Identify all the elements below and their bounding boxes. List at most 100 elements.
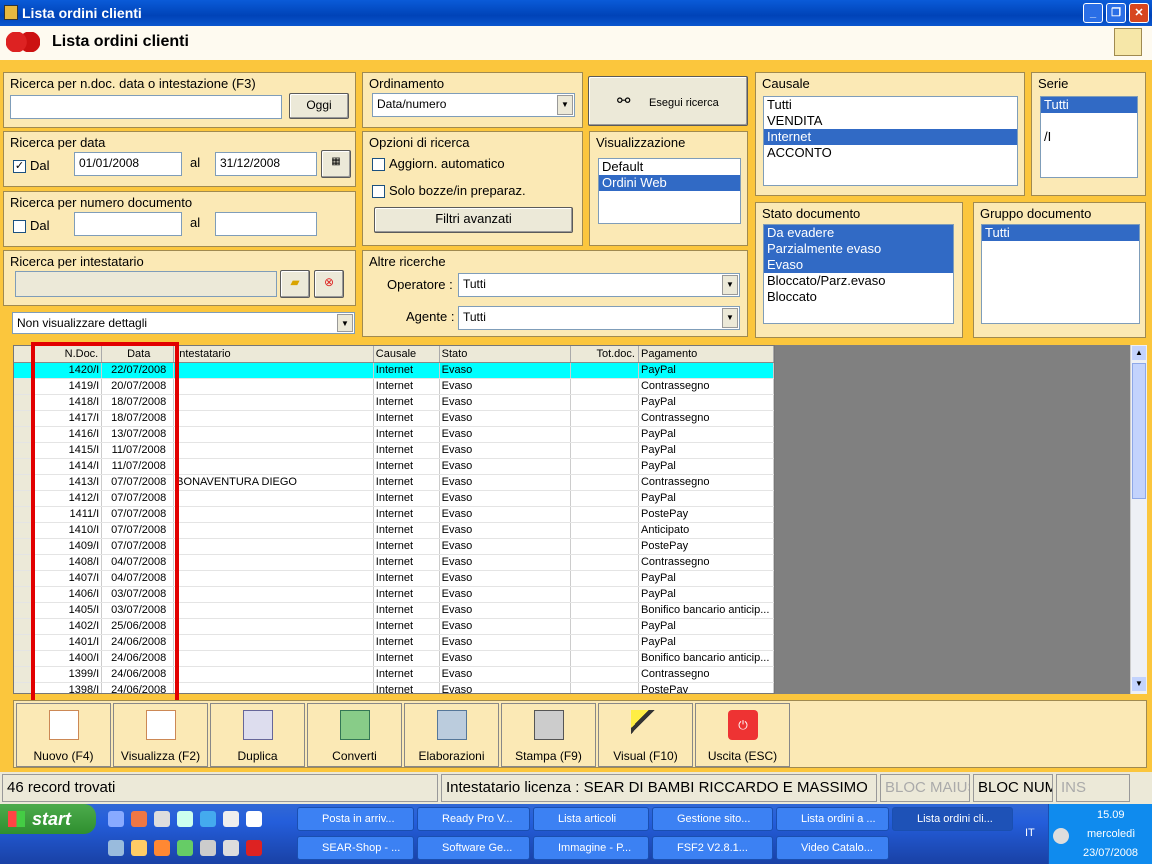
visual-button[interactable]: Visual (F10) [598,703,693,767]
today-button[interactable]: Oggi [289,93,349,119]
column-header[interactable]: Tot.doc. [570,346,639,363]
print-button-label: Stampa (F9) [515,749,582,763]
causale-item[interactable]: VENDITA [764,113,1017,129]
scroll-down-icon[interactable]: ▼ [1132,677,1146,691]
serie-item[interactable]: Tutti [1041,97,1137,113]
task-button[interactable]: Software Ge... [417,836,530,860]
folder-icon[interactable]: ▰ [280,270,310,298]
task-button[interactable]: Posta in arriv... [297,807,414,831]
document-status-item[interactable]: Bloccato/Parz.evaso [764,273,953,289]
advanced-filters-button[interactable]: Filtri avanzati [374,207,573,233]
task-button[interactable]: FSF2 V2.8.1... [652,836,773,860]
execute-search-button[interactable]: ⚯ Esegui ricerca [588,76,748,126]
task-button[interactable]: Lista articoli [533,807,649,831]
causale-item[interactable]: ACCONTO [764,145,1017,161]
document-status-item[interactable]: Parzialmente evaso [764,241,953,257]
serie-list[interactable]: Tutti /I [1040,96,1138,178]
firefox-icon[interactable] [154,840,170,856]
task-button[interactable]: SEAR-Shop - ... [297,836,414,860]
ie-icon[interactable] [200,811,216,827]
view-item-web-orders[interactable]: Ordini Web [599,175,740,191]
user-profile-icon[interactable] [1114,28,1142,56]
tray-icon[interactable] [1053,828,1069,844]
chevron-down-icon[interactable]: ▼ [337,314,353,332]
quicklaunch-icon[interactable] [223,811,239,827]
document-status-list[interactable]: Da evadere Parzialmente evaso Evaso Bloc… [763,224,954,324]
operator-select[interactable]: Tutti ▼ [458,273,740,297]
maximize-button[interactable]: ❐ [1106,3,1126,23]
document-status-item[interactable]: Bloccato [764,289,953,305]
chevron-down-icon[interactable]: ▼ [722,275,738,295]
volume-icon[interactable] [223,840,239,856]
table-cell [570,618,639,635]
quicklaunch-icon[interactable] [131,811,147,827]
quicklaunch-icon[interactable] [177,811,193,827]
task-button[interactable]: Ready Pro V... [417,807,530,831]
drafts-only-checkbox[interactable] [372,185,385,198]
tray-clock-time[interactable]: 15.09 [1097,809,1125,821]
ordering-select[interactable]: Data/numero ▼ [372,93,575,117]
number-from-checkbox[interactable] [13,220,26,233]
task-button[interactable]: Gestione sito... [652,807,773,831]
date-from-input[interactable]: 01/01/2008 [74,152,182,176]
language-indicator[interactable]: IT [1025,827,1035,839]
column-header[interactable]: Intestatario [173,346,374,363]
serie-item[interactable] [1041,113,1137,129]
grid-scrollbar[interactable]: ▲ ▼ [1130,345,1147,694]
start-button[interactable]: start [0,804,96,834]
quicklaunch-icon[interactable] [108,811,124,827]
print-button[interactable]: Stampa (F9) [501,703,596,767]
number-from-input[interactable] [74,212,182,236]
details-dropdown[interactable]: Non visualizzare dettagli ▼ [12,312,355,334]
quicklaunch-icon[interactable] [131,840,147,856]
causale-item[interactable]: Tutti [764,97,1017,113]
chevron-down-icon[interactable]: ▼ [722,308,738,328]
task-button[interactable]: Video Catalo... [776,836,889,860]
task-button[interactable]: Lista ordini a ... [776,807,889,831]
calendar-icon[interactable]: ▦ [321,150,351,178]
view-list[interactable]: Default Ordini Web [598,158,741,224]
scroll-up-icon[interactable]: ▲ [1132,346,1146,360]
new-button[interactable]: Nuovo (F4) [16,703,111,767]
scroll-thumb[interactable] [1132,363,1146,499]
quicklaunch-icon[interactable] [246,811,262,827]
causale-list[interactable]: Tutti VENDITA Internet ACCONTO [763,96,1018,186]
document-status-item[interactable]: Evaso [764,257,953,273]
number-to-input[interactable] [215,212,317,236]
strawberry-logo-icon [6,32,40,52]
document-group-item[interactable]: Tutti [982,225,1139,241]
column-header[interactable]: Pagamento [638,346,774,363]
chevron-down-icon[interactable]: ▼ [557,95,573,115]
agent-select[interactable]: Tutti ▼ [458,306,740,330]
column-header[interactable]: Stato [439,346,572,363]
quicklaunch-icon[interactable] [177,840,193,856]
column-header[interactable]: Causale [373,346,440,363]
clear-icon[interactable]: ⊗ [314,270,344,298]
view-item-default[interactable]: Default [599,159,740,175]
quicklaunch-icon[interactable] [154,811,170,827]
table-cell: Evaso [439,586,572,603]
auto-update-checkbox[interactable] [372,158,385,171]
number-from-label: Dal [30,218,50,233]
document-group-list[interactable]: Tutti [981,224,1140,324]
quicklaunch-icon[interactable] [200,840,216,856]
document-status-item[interactable]: Da evadere [764,225,953,241]
task-button-active[interactable]: Lista ordini cli... [892,807,1013,831]
date-to-input[interactable]: 31/12/2008 [215,152,317,176]
convert-button[interactable]: Converti [307,703,402,767]
task-button[interactable]: Immagine - P... [533,836,649,860]
causale-item[interactable]: Internet [764,129,1017,145]
minimize-button[interactable]: _ [1083,3,1103,23]
date-from-checkbox[interactable]: ✓ [13,160,26,173]
serie-item[interactable]: /I [1041,129,1137,145]
quicklaunch-icon[interactable] [108,840,124,856]
close-button[interactable]: ✕ [1129,3,1149,23]
exit-button[interactable]: ⏻ Uscita (ESC) [695,703,790,767]
table-cell [173,570,374,587]
processing-button[interactable]: Elaborazioni [404,703,499,767]
strawberry-icon[interactable] [246,840,262,856]
owner-input[interactable] [15,271,277,297]
quick-search-input[interactable] [10,95,282,119]
duplicate-button[interactable]: Duplica [210,703,305,767]
view-button[interactable]: Visualizza (F2) [113,703,208,767]
